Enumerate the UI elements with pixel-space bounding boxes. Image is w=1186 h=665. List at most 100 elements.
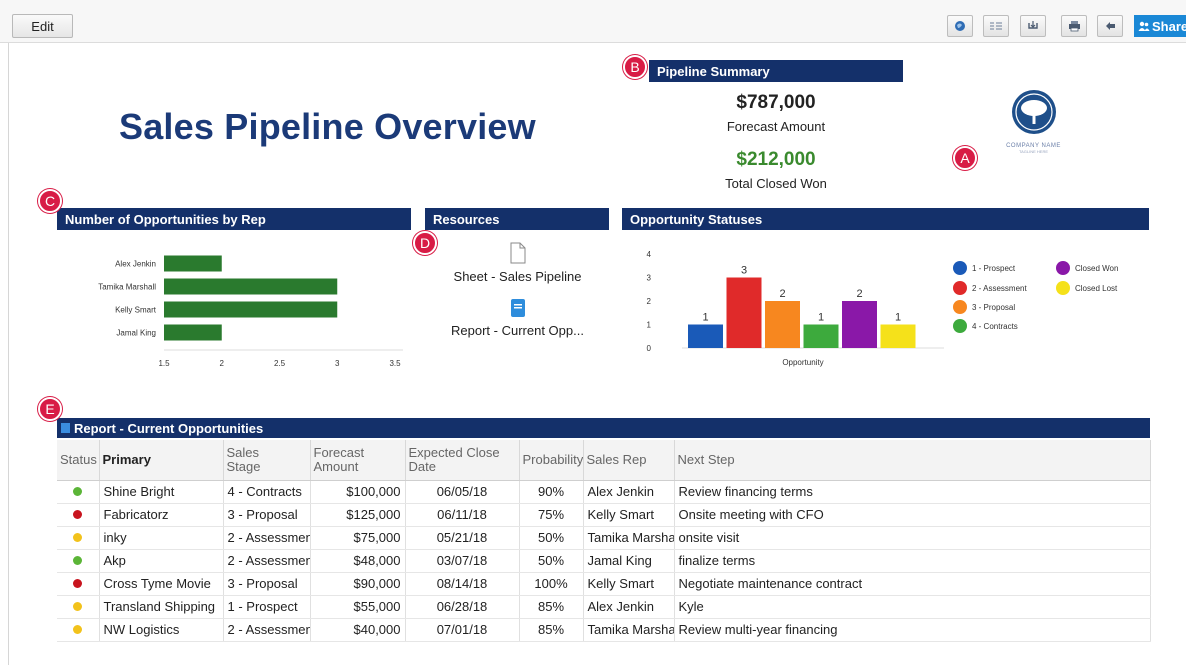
cell-primary[interactable]: Shine Bright	[99, 480, 224, 504]
download-icon[interactable]	[1020, 15, 1046, 37]
rep-x-tick: 2.5	[274, 359, 286, 368]
cell-expected-close[interactable]: 07/01/18	[405, 618, 520, 642]
cell-sales-rep[interactable]: Jamal King	[583, 549, 675, 573]
col-probability[interactable]: Probability	[519, 440, 584, 481]
cell-next-step[interactable]: Onsite meeting with CFO	[674, 503, 1151, 527]
cell-probability[interactable]: 85%	[519, 618, 584, 642]
cell-probability[interactable]: 75%	[519, 503, 584, 527]
cell-probability[interactable]: 90%	[519, 480, 584, 504]
status-bar	[803, 324, 839, 348]
status-dot-icon	[73, 602, 83, 611]
cell-primary[interactable]: inky	[99, 526, 224, 550]
rep-x-tick: 3	[335, 359, 340, 368]
cell-expected-close[interactable]: 06/05/18	[405, 480, 520, 504]
rep-bar	[164, 301, 338, 318]
cell-status[interactable]	[57, 618, 100, 642]
cell-expected-close[interactable]: 05/21/18	[405, 526, 520, 550]
edit-button[interactable]: Edit	[12, 14, 73, 38]
cell-primary[interactable]: Transland Shipping	[99, 595, 224, 619]
status-y-tick: 1	[647, 321, 652, 330]
cell-sales-rep[interactable]: Alex Jenkin	[583, 595, 675, 619]
cell-next-step[interactable]: onsite visit	[674, 526, 1151, 550]
cell-status[interactable]	[57, 572, 100, 596]
status-bar-label: 1	[895, 312, 901, 324]
cell-sales-stage[interactable]: 3 - Proposal	[223, 572, 311, 596]
resource-sheet-link[interactable]: Sheet - Sales Pipeline	[425, 242, 610, 284]
table-header-row: Status Primary Sales Stage Forecast Amou…	[57, 440, 1151, 481]
cell-sales-stage[interactable]: 2 - Assessment	[223, 526, 311, 550]
legend-swatch	[953, 261, 967, 275]
cell-forecast-amount[interactable]: $48,000	[310, 549, 406, 573]
col-next-step[interactable]: Next Step	[674, 440, 1151, 481]
cell-forecast-amount[interactable]: $55,000	[310, 595, 406, 619]
cell-sales-rep[interactable]: Tamika Marshall	[583, 618, 675, 642]
cell-status[interactable]	[57, 480, 100, 504]
cell-sales-rep[interactable]: Kelly Smart	[583, 572, 675, 596]
cell-expected-close[interactable]: 06/11/18	[405, 503, 520, 527]
cell-primary[interactable]: Cross Tyme Movie	[99, 572, 224, 596]
cell-next-step[interactable]: Review multi-year financing	[674, 618, 1151, 642]
cell-status[interactable]	[57, 503, 100, 527]
col-expected-close[interactable]: Expected Close Date	[405, 440, 520, 481]
cell-probability[interactable]: 50%	[519, 549, 584, 573]
resource-sheet-label: Sheet - Sales Pipeline	[453, 269, 582, 284]
opportunities-by-rep-header: Number of Opportunities by Rep	[57, 208, 411, 230]
cell-status[interactable]	[57, 595, 100, 619]
cell-forecast-amount[interactable]: $100,000	[310, 480, 406, 504]
cell-probability[interactable]: 85%	[519, 595, 584, 619]
status-bar-label: 1	[702, 312, 708, 324]
globe-icon[interactable]	[947, 15, 973, 37]
cell-next-step[interactable]: Negotiate maintenance contract	[674, 572, 1151, 596]
table-row[interactable]: NW Logistics 2 - Assessment $40,000 07/01/1…	[57, 618, 1151, 642]
cell-expected-close[interactable]: 03/07/18	[405, 549, 520, 573]
cell-forecast-amount[interactable]: $90,000	[310, 572, 406, 596]
cell-forecast-amount[interactable]: $40,000	[310, 618, 406, 642]
cell-sales-rep[interactable]: Alex Jenkin	[583, 480, 675, 504]
opportunity-statuses-header: Opportunity Statuses	[622, 208, 1149, 230]
table-row[interactable]: inky 2 - Assessment $75,000 05/21/18 50% Tami…	[57, 526, 1151, 550]
closed-won-value: $212,000	[736, 149, 816, 170]
print-icon[interactable]	[1061, 15, 1087, 37]
share-button[interactable]: Share	[1134, 15, 1186, 37]
table-row[interactable]: Cross Tyme Movie 3 - Proposal $90,000 08/14…	[57, 572, 1151, 596]
legend-swatch	[953, 319, 967, 333]
cell-forecast-amount[interactable]: $75,000	[310, 526, 406, 550]
cell-status[interactable]	[57, 526, 100, 550]
cell-expected-close[interactable]: 08/14/18	[405, 572, 520, 596]
resources-header: Resources	[425, 208, 609, 230]
cell-primary[interactable]: Fabricatorz	[99, 503, 224, 527]
cell-probability[interactable]: 100%	[519, 572, 584, 596]
table-row[interactable]: Transland Shipping 1 - Prospect $55,000 06/…	[57, 595, 1151, 619]
cell-primary[interactable]: Akp	[99, 549, 224, 573]
cell-next-step[interactable]: Review financing terms	[674, 480, 1151, 504]
cell-expected-close[interactable]: 06/28/18	[405, 595, 520, 619]
cell-sales-rep[interactable]: Kelly Smart	[583, 503, 675, 527]
cell-next-step[interactable]: Kyle	[674, 595, 1151, 619]
cell-sales-stage[interactable]: 2 - Assessment	[223, 549, 311, 573]
cell-primary[interactable]: NW Logistics	[99, 618, 224, 642]
cell-status[interactable]	[57, 549, 100, 573]
col-status[interactable]: Status	[57, 440, 100, 481]
cell-probability[interactable]: 50%	[519, 526, 584, 550]
status-bar	[726, 277, 762, 348]
layout-icon[interactable]	[983, 15, 1009, 37]
cell-forecast-amount[interactable]: $125,000	[310, 503, 406, 527]
table-row[interactable]: Akp 2 - Assessment $48,000 03/07/18 50% Jamal…	[57, 549, 1151, 573]
col-sales-rep[interactable]: Sales Rep	[583, 440, 675, 481]
col-primary[interactable]: Primary	[99, 440, 224, 481]
settings-icon[interactable]	[1097, 15, 1123, 37]
resource-report-link[interactable]: Report - Current Opp...	[425, 298, 610, 338]
cell-sales-stage[interactable]: 1 - Prospect	[223, 595, 311, 619]
col-sales-stage[interactable]: Sales Stage	[223, 440, 311, 481]
status-bar-label: 2	[856, 288, 862, 300]
share-label: Share	[1152, 18, 1186, 34]
cell-sales-rep[interactable]: Tamika Marshall	[583, 526, 675, 550]
col-forecast-amount[interactable]: Forecast Amount	[310, 440, 406, 481]
cell-next-step[interactable]: finalize terms	[674, 549, 1151, 573]
table-row[interactable]: Fabricatorz 3 - Proposal $125,000 06/11/18 7…	[57, 503, 1151, 527]
cell-sales-stage[interactable]: 4 - Contracts	[223, 480, 311, 504]
table-row[interactable]: Shine Bright 4 - Contracts $100,000 06/05/1…	[57, 480, 1151, 504]
cell-sales-stage[interactable]: 3 - Proposal	[223, 503, 311, 527]
cell-sales-stage[interactable]: 2 - Assessment	[223, 618, 311, 642]
report-header: Report - Current Opportunities	[57, 418, 1150, 438]
